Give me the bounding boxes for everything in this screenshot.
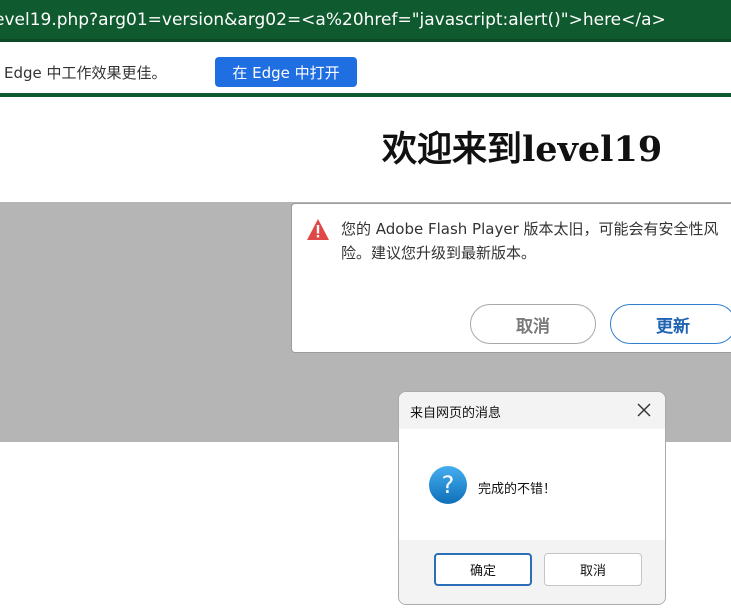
page-title: 欢迎来到level19 (382, 129, 663, 170)
edge-banner: Edge 中工作效果更佳。 在 Edge 中打开 (0, 45, 731, 97)
alert-cancel-button[interactable]: 取消 (544, 553, 642, 586)
alert-message: 完成的不错！ (478, 482, 557, 497)
alert-title: 来自网页的消息 (410, 406, 502, 421)
flash-update-button[interactable]: 更新 (610, 304, 731, 344)
open-in-edge-button[interactable]: 在 Edge 中打开 (215, 57, 357, 87)
flash-update-popup: 您的 Adobe Flash Player 版本太旧，可能会有安全性风险。建议您… (291, 203, 731, 353)
close-icon[interactable] (637, 403, 651, 417)
svg-text:?: ? (442, 471, 455, 499)
question-icon: ? (429, 466, 467, 504)
alert-dialog: 来自网页的消息 ? 完成的不错！ 确定 取消 (398, 391, 666, 605)
address-url[interactable]: evel19.php?arg01=version&arg02=<a%20href… (0, 0, 666, 39)
alert-ok-button[interactable]: 确定 (434, 553, 532, 586)
warning-icon (307, 219, 329, 240)
flash-update-message: 您的 Adobe Flash Player 版本太旧，可能会有安全性风险。建议您… (341, 220, 719, 262)
alert-titlebar: 来自网页的消息 (399, 392, 665, 429)
flash-cancel-button[interactable]: 取消 (470, 304, 596, 344)
address-bar[interactable]: evel19.php?arg01=version&arg02=<a%20href… (0, 0, 731, 42)
edge-banner-message: Edge 中工作效果更佳。 (4, 64, 167, 82)
alert-footer: 确定 取消 (399, 540, 665, 604)
